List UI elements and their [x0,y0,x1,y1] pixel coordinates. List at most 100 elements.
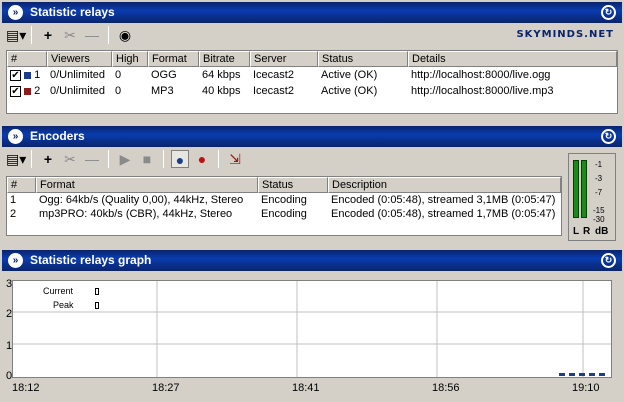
vu-left-label: L [573,226,580,237]
remove-icon[interactable]: — [83,150,101,168]
col-server[interactable]: Server [250,51,318,67]
col-status[interactable]: Status [258,177,328,193]
relay-details: http://localhost:8000/live.mp3 [411,85,554,97]
record-red-icon[interactable]: ● [193,150,211,168]
relay-enable-checkbox[interactable]: ✔ [10,85,21,97]
vu-scale-label: -1 [595,160,603,169]
encoder-num: 1 [10,194,17,206]
relay-bitrate: 64 kbps [202,69,241,81]
encoder-format: Ogg: 64kb/s (Quality 0,00), 44kHz, Stere… [39,194,244,206]
table-row[interactable]: ✔ 1 0/Unlimited 0 OGG 64 kbps Icecast2 A… [7,67,617,83]
play-icon[interactable]: ▶ [116,150,134,168]
export-icon[interactable]: ⇲ [226,150,244,168]
tools-icon[interactable]: ✂ [61,26,79,44]
stop-icon[interactable]: ■ [138,150,156,168]
toolbar-separator [218,150,219,168]
relay-num: 1 [34,69,41,81]
table-row[interactable]: ✔ 2 0/Unlimited 0 MP3 40 kbps Icecast2 A… [7,83,617,99]
x-tick-label: 18:27 [152,382,180,394]
encoder-format: mp3PRO: 40kb/s (CBR), 44kHz, Stereo [39,208,233,220]
relay-high: 0 [115,85,122,97]
col-viewers[interactable]: Viewers [47,51,112,67]
vu-db-label: dB [595,226,609,237]
relay-server: Icecast2 [253,69,294,81]
relays-header-row: # Viewers High Format Bitrate Server Sta… [7,51,617,67]
relay-format: OGG [151,69,177,81]
encoders-panel: » Encoders ↻ ▤▾ + ✂ — ▶ ■ ● ● ⇲ # Format… [2,126,622,244]
legend-peak-swatch [95,302,99,309]
tools-icon[interactable]: ✂ [61,150,79,168]
relay-status: Active (OK) [321,69,378,81]
encoder-description: Encoded (0:05:48), streamed 1,7MB (0:05:… [331,208,556,220]
encoders-title: Encoders [30,129,85,143]
undock-icon[interactable]: ↻ [601,253,616,268]
list-menu-icon[interactable]: ▤▾ [6,26,26,44]
x-tick-label: 19:10 [572,382,600,394]
relay-format: MP3 [151,85,174,97]
col-num[interactable]: # [7,177,36,193]
encoder-description: Encoded (0:05:48), streamed 3,1MB (0:05:… [331,194,556,206]
relay-viewers: 0/Unlimited [50,69,106,81]
x-tick-label: 18:12 [12,382,40,394]
graph-data-points [559,373,605,376]
vu-scale-label: -3 [595,174,603,183]
col-status[interactable]: Status [318,51,408,67]
relays-graph: Current Peak [12,280,612,378]
col-format[interactable]: Format [148,51,199,67]
collapse-icon[interactable]: » [8,253,23,268]
col-bitrate[interactable]: Bitrate [199,51,250,67]
relays-graph-panel: » Statistic relays graph ↻ 3 2 1 0 Curre… [2,250,622,400]
graph-title: Statistic relays graph [30,253,152,267]
encoder-status: Encoding [261,208,307,220]
col-num[interactable]: # [7,51,47,67]
list-menu-icon[interactable]: ▤▾ [6,150,26,168]
collapse-icon[interactable]: » [8,5,23,20]
toolbar-separator [31,150,32,168]
graph-grid [13,281,611,377]
toolbar-separator [31,26,32,44]
encoder-status: Encoding [261,194,307,206]
series-color-swatch [24,71,31,79]
record-blue-icon[interactable]: ● [171,150,189,168]
vu-right-label: R [583,226,591,237]
encoders-table: # Format Status Description 1 Ogg: 64kb/… [6,176,562,236]
encoders-header-row: # Format Status Description [7,177,561,193]
col-details[interactable]: Details [408,51,617,67]
encoders-toolbar: ▤▾ + ✂ — ▶ ■ ● ● ⇲ [2,147,622,171]
undock-icon[interactable]: ↻ [601,129,616,144]
brand-logo: SKYMINDS.NET [516,29,614,40]
table-row[interactable]: 2 mp3PRO: 40kb/s (CBR), 44kHz, Stereo En… [7,207,561,221]
statistic-relays-panel: » Statistic relays ↻ ▤▾ + ✂ — ◉ SKYMINDS… [2,2,622,120]
relays-titlebar: » Statistic relays ↻ [2,2,622,23]
legend-peak: Peak [53,300,74,310]
encoder-num: 2 [10,208,17,220]
relay-details: http://localhost:8000/live.ogg [411,69,551,81]
toolbar-separator [108,26,109,44]
relay-enable-checkbox[interactable]: ✔ [10,69,21,81]
relay-status: Active (OK) [321,85,378,97]
relays-toolbar: ▤▾ + ✂ — ◉ SKYMINDS.NET [2,23,622,47]
stats-icon[interactable]: ◉ [116,26,134,44]
vu-scale-label: -15 [593,206,605,215]
relay-viewers: 0/Unlimited [50,85,106,97]
add-icon[interactable]: + [39,150,57,168]
series-color-swatch [24,87,31,95]
remove-icon[interactable]: — [83,26,101,44]
col-format[interactable]: Format [36,177,258,193]
x-tick-label: 18:41 [292,382,320,394]
legend-current: Current [43,286,74,296]
col-description[interactable]: Description [328,177,561,193]
relay-high: 0 [115,69,122,81]
add-icon[interactable]: + [39,26,57,44]
col-high[interactable]: High [112,51,148,67]
relays-title: Statistic relays [30,5,115,19]
encoders-titlebar: » Encoders ↻ [2,126,622,147]
toolbar-separator [163,150,164,168]
graph-titlebar: » Statistic relays graph ↻ [2,250,622,271]
vu-meter: -1 -3 -7 -15 -30 L R dB [568,153,616,241]
relay-bitrate: 40 kbps [202,85,241,97]
undock-icon[interactable]: ↻ [601,5,616,20]
table-row[interactable]: 1 Ogg: 64kb/s (Quality 0,00), 44kHz, Ste… [7,193,561,207]
collapse-icon[interactable]: » [8,129,23,144]
relay-server: Icecast2 [253,85,294,97]
